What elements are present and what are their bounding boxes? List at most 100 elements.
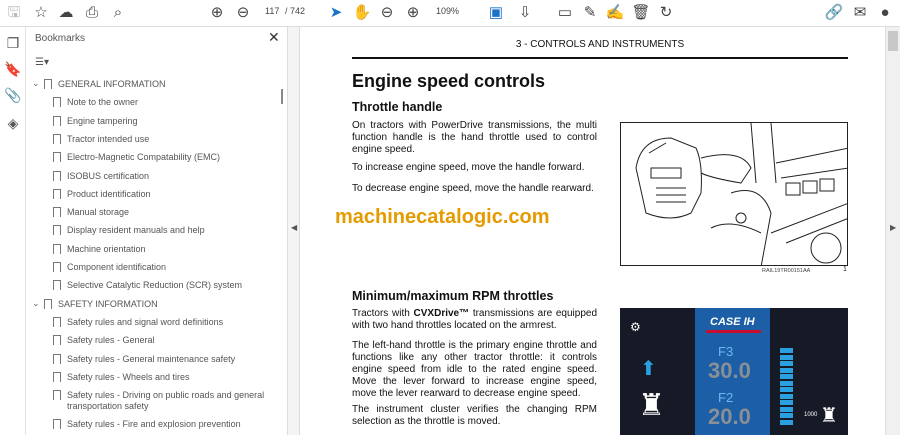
chevron-down-icon[interactable]: ⌄ [32, 298, 40, 309]
bookmark-section[interactable]: ⌄ SAFETY INFORMATION [32, 298, 158, 310]
paragraph: The instrument cluster verifies the chan… [352, 404, 597, 427]
bookmark-icon [53, 316, 61, 327]
section-heading: Throttle handle [352, 100, 443, 114]
pen-icon[interactable]: ✎ [580, 4, 600, 22]
bookmark-item[interactable]: Safety rules and signal word definitions [53, 316, 277, 328]
bookmark-label: Safety rules - General [67, 335, 155, 346]
bookmark-item[interactable]: Display resident manuals and help [53, 225, 277, 236]
pto-speed: 1000 [804, 412, 818, 418]
bookmark-label: Safety rules and signal word definitions [67, 316, 224, 327]
attachment-icon[interactable]: 📎 [4, 87, 22, 105]
bookmark-options-button[interactable]: ☰▾ [35, 57, 49, 68]
paragraph: To decrease engine speed, move the handl… [352, 183, 594, 194]
bookmark-icon [53, 115, 61, 126]
bookmark-label: Product identification [67, 188, 151, 199]
bookmark-label: Electro-Magnetic Compatability (EMC) [67, 152, 221, 163]
bookmark-item[interactable]: Note to the owner [53, 97, 277, 108]
page-header: 3 - CONTROLS AND INSTRUMENTS [515, 39, 685, 50]
scroll-mode-icon[interactable]: ⇩ [515, 4, 535, 22]
bookmark-label: Tractor intended use [67, 133, 150, 144]
section-heading: Minimum/maximum RPM throttles [352, 289, 554, 303]
search-icon[interactable]: ⌕ [108, 4, 128, 22]
bookmark-icon [53, 353, 61, 364]
save-icon[interactable]: 🖫 [4, 4, 24, 22]
bookmark-icon [53, 225, 61, 236]
bookmark-item[interactable]: Safety rules - General maintenance safet… [53, 353, 277, 365]
bookmark-item[interactable]: Engine tampering [53, 115, 277, 127]
bookmark-label: Safety rules - Fire and explosion preven… [67, 419, 241, 430]
speed-value: 30.0 [708, 358, 751, 383]
bookmark-label: Safety rules - Wheels and tires [67, 371, 190, 382]
scrollbar[interactable] [281, 89, 283, 104]
paragraph: To increase engine speed, move the handl… [352, 162, 585, 173]
paragraph: The left-hand throttle is the primary en… [352, 340, 597, 399]
comment-icon[interactable]: ▭ [555, 4, 575, 22]
panel-title: Bookmarks [35, 33, 86, 44]
bookmark-label: SAFETY INFORMATION [58, 298, 158, 309]
bookmark-item[interactable]: Safety rules - General [53, 335, 277, 346]
paragraph: On tractors with PowerDrive transmission… [352, 120, 597, 155]
throttle-illustration [635, 123, 847, 265]
account-icon[interactable]: ● [875, 4, 895, 22]
chevron-down-icon[interactable]: ⌄ [32, 78, 40, 89]
page-down-icon[interactable]: ⊖ [233, 4, 253, 22]
close-icon[interactable]: ✕ [268, 29, 280, 46]
print-icon[interactable]: ⎙ [82, 4, 102, 22]
figure-number: 1 [843, 266, 847, 273]
paragraph: Tractors with CVXDrive™ transmissions ar… [352, 308, 597, 332]
bookmark-label: Selective Catalytic Reduction (SCR) syst… [67, 280, 243, 291]
brand-logo: CASE IH [710, 316, 755, 328]
bookmark-icon [53, 170, 61, 181]
brand-bar [706, 330, 761, 333]
vertical-scrollbar[interactable]: ▶ [885, 27, 900, 435]
zoom-select[interactable]: 109% [436, 6, 459, 16]
bookmark-icon [44, 79, 52, 89]
zoom-in-icon[interactable]: ⊕ [403, 4, 423, 22]
figure-caption: RAIL19TR00151AA [762, 268, 811, 274]
bookmark-icon [53, 152, 61, 163]
bookmark-label: GENERAL INFORMATION [58, 79, 166, 89]
zoom-out-icon[interactable]: ⊖ [377, 4, 397, 22]
bookmark-item[interactable]: Component identification [53, 262, 277, 273]
bookmark-icon[interactable]: 🔖 [4, 61, 22, 79]
watermark: machinecatalogic.com [335, 206, 550, 228]
select-cursor-icon[interactable]: ➤ [326, 4, 346, 22]
pages-icon[interactable]: ❐ [4, 35, 22, 53]
delete-icon[interactable]: 🗑 [631, 4, 651, 22]
bookmark-item[interactable]: Machine orientation [53, 243, 277, 255]
share-link-icon[interactable]: 🔗 [824, 4, 844, 22]
upload-icon[interactable]: ☁ [56, 4, 76, 22]
hand-icon[interactable]: ✋ [352, 4, 372, 22]
bookmark-icon [53, 133, 61, 144]
bookmark-item[interactable]: Safety rules - Wheels and tires [53, 371, 277, 383]
bookmark-section[interactable]: ⌄ GENERAL INFORMATION [32, 78, 166, 90]
bookmark-item[interactable]: Product identification [53, 188, 277, 200]
gear-icon: ⚙ [630, 320, 641, 334]
fit-page-icon[interactable]: ▣ [486, 4, 506, 22]
rotate-icon[interactable]: ↻ [656, 4, 676, 22]
bookmark-icon [53, 371, 61, 382]
bookmark-item[interactable]: Safety rules - Fire and explosion preven… [53, 419, 277, 430]
bookmark-item[interactable]: Electro-Magnetic Compatability (EMC) [53, 152, 277, 163]
product-name: CVXDrive™ [413, 308, 470, 319]
bookmark-icon [53, 419, 61, 430]
page-up-icon[interactable]: ⊕ [207, 4, 227, 22]
bookmark-label: ISOBUS certification [67, 170, 150, 181]
page-number-input[interactable]: 117 [265, 6, 279, 16]
bookmark-item[interactable]: Safety rules - Driving on public roads a… [53, 390, 277, 412]
bookmark-item[interactable]: Tractor intended use [53, 133, 277, 145]
arrow-up-icon: ⬆ [640, 358, 657, 380]
bookmark-icon [53, 262, 61, 272]
sign-icon[interactable]: ✍ [605, 4, 625, 22]
bookmark-item[interactable]: ISOBUS certification [53, 170, 277, 182]
bookmark-item[interactable]: Manual storage [53, 207, 277, 218]
page-total: / 742 [285, 6, 306, 16]
side-rail: ❐ 🔖 📎 ◈ [0, 27, 26, 435]
scroll-thumb[interactable] [888, 31, 898, 51]
panel-collapse-handle[interactable]: ◀ [288, 27, 300, 435]
bookmark-label: Display resident manuals and help [67, 225, 205, 236]
bookmark-item[interactable]: Selective Catalytic Reduction (SCR) syst… [53, 280, 277, 291]
mail-icon[interactable]: ✉ [850, 4, 870, 22]
layers-icon[interactable]: ◈ [4, 115, 22, 133]
star-icon[interactable]: ☆ [31, 4, 51, 22]
